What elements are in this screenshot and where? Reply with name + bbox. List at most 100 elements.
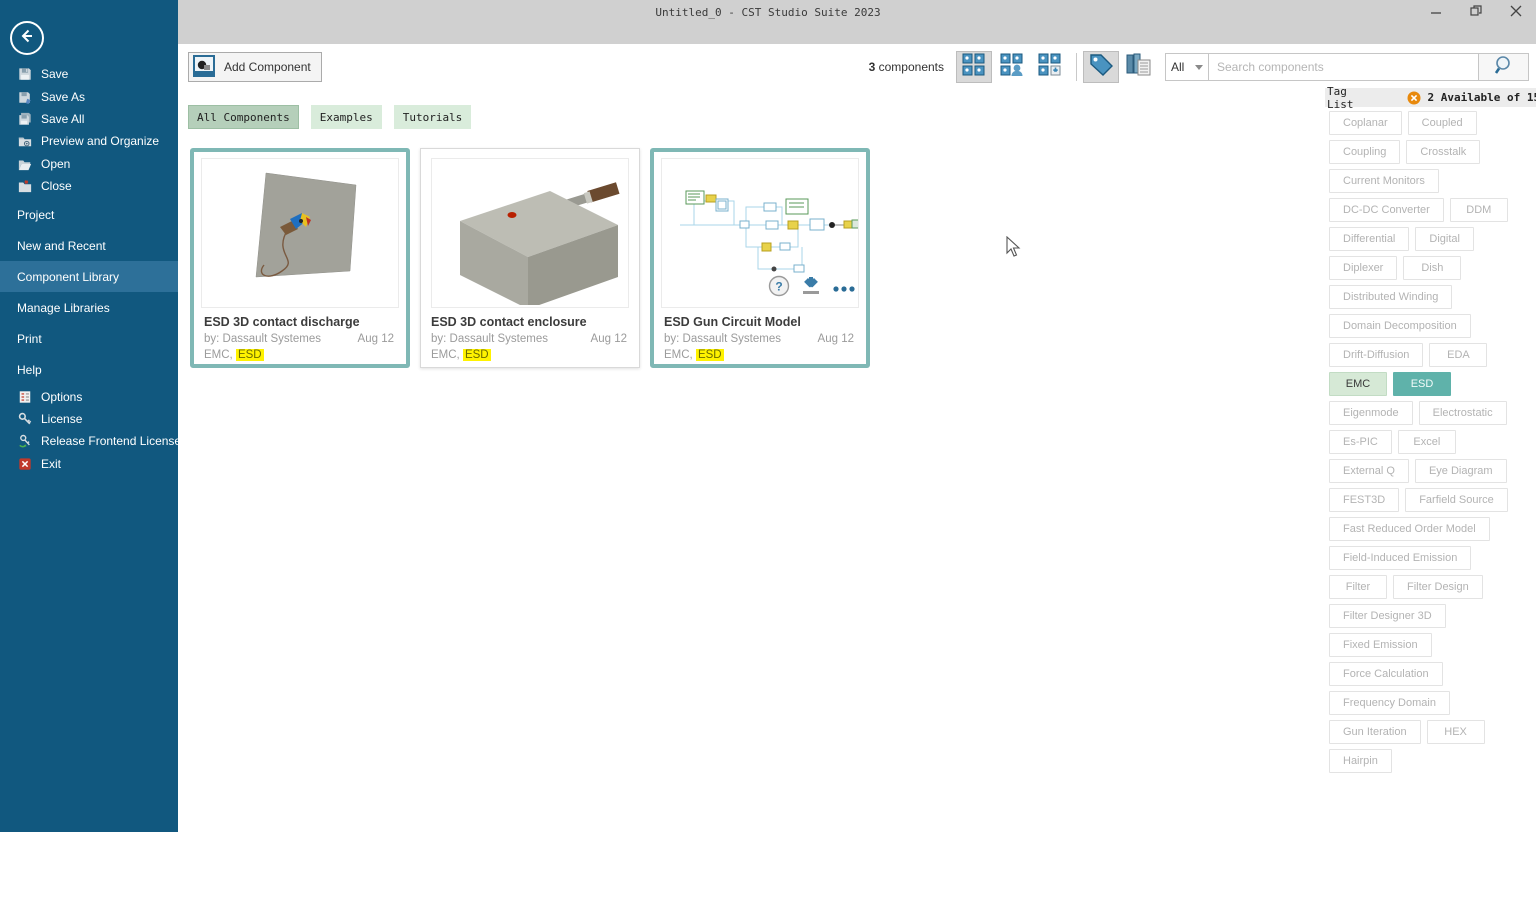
- sidebar-item-options[interactable]: Options: [0, 385, 178, 407]
- tag-list-title: Tag List: [1327, 85, 1353, 111]
- tag-gun-iteration[interactable]: Gun Iteration: [1329, 720, 1421, 744]
- sidebar-item-release-frontend-license[interactable]: Release Frontend License: [0, 430, 178, 452]
- tag-coplanar[interactable]: Coplanar: [1329, 111, 1402, 135]
- tag-drift-diffusion[interactable]: Drift-Diffusion: [1329, 343, 1423, 367]
- tag-filter[interactable]: Filter: [1329, 575, 1387, 599]
- sidebar-item-label: Project: [17, 208, 54, 222]
- library-icon: [1125, 52, 1153, 83]
- sidebar-item-label: Save: [41, 67, 68, 81]
- restore-button[interactable]: [1456, 0, 1496, 26]
- sidebar-item-exit[interactable]: Exit: [0, 453, 178, 475]
- component-title: ESD 3D contact enclosure: [431, 315, 587, 329]
- ellipsis-icon[interactable]: [832, 280, 856, 298]
- search-scope-select[interactable]: All: [1165, 53, 1209, 81]
- sidebar-item-label: Save As: [41, 90, 85, 104]
- search-icon: [1493, 54, 1515, 81]
- tag-hairpin[interactable]: Hairpin: [1329, 749, 1392, 773]
- release-license-icon: [17, 434, 32, 449]
- tag-digital[interactable]: Digital: [1415, 227, 1474, 251]
- tag-field-induced-emission[interactable]: Field-Induced Emission: [1329, 546, 1471, 570]
- sidebar-item-label: Open: [41, 157, 70, 171]
- tag-eda[interactable]: EDA: [1429, 343, 1487, 367]
- sidebar-item-save-as[interactable]: Save As: [0, 85, 178, 107]
- sidebar-item-license[interactable]: License: [0, 408, 178, 430]
- chevron-down-icon: [1195, 60, 1203, 74]
- tag-diplexer[interactable]: Diplexer: [1329, 256, 1397, 280]
- tag-es-pic[interactable]: Es-PIC: [1329, 430, 1392, 454]
- sidebar-item-help[interactable]: Help: [0, 354, 178, 385]
- grid-view-button[interactable]: [956, 51, 992, 83]
- tag-hex[interactable]: HEX: [1427, 720, 1485, 744]
- sidebar-item-print[interactable]: Print: [0, 323, 178, 354]
- tag-current-monitors[interactable]: Current Monitors: [1329, 169, 1439, 193]
- sidebar-item-project[interactable]: Project: [0, 199, 178, 230]
- close-button[interactable]: [1496, 0, 1536, 26]
- tag-eigenmode[interactable]: Eigenmode: [1329, 401, 1413, 425]
- component-title: ESD Gun Circuit Model: [664, 315, 801, 329]
- back-button[interactable]: [10, 21, 44, 55]
- tag-fast-reduced-order-model[interactable]: Fast Reduced Order Model: [1329, 517, 1490, 541]
- open-icon: [17, 156, 32, 171]
- search-button[interactable]: [1479, 53, 1529, 81]
- download-icon[interactable]: [800, 275, 822, 302]
- tag-crosstalk[interactable]: Crosstalk: [1406, 140, 1480, 164]
- filter-chip-all-components[interactable]: All Components: [188, 105, 299, 129]
- tag-force-calculation[interactable]: Force Calculation: [1329, 662, 1443, 686]
- tag-filter-designer-3d[interactable]: Filter Designer 3D: [1329, 604, 1446, 628]
- component-card[interactable]: ESD 3D contact dischargeby: Dassault Sys…: [190, 148, 410, 368]
- help-circle-icon[interactable]: ?: [768, 275, 790, 302]
- sidebar-item-open[interactable]: Open: [0, 153, 178, 175]
- sidebar-item-label: Help: [17, 363, 42, 377]
- close-window-icon: [1510, 4, 1522, 22]
- filter-chip-examples[interactable]: Examples: [311, 105, 382, 129]
- component-card[interactable]: ESD 3D contact enclosureby: Dassault Sys…: [420, 148, 640, 368]
- tag-esd[interactable]: ESD: [1393, 372, 1451, 396]
- tag-dish[interactable]: Dish: [1403, 256, 1461, 280]
- tag-dc-dc-converter[interactable]: DC-DC Converter: [1329, 198, 1444, 222]
- tag-differential[interactable]: Differential: [1329, 227, 1409, 251]
- tag-eye-diagram[interactable]: Eye Diagram: [1415, 459, 1507, 483]
- grid-download-view-icon: [1038, 53, 1062, 82]
- grid-user-view-button[interactable]: [994, 51, 1030, 83]
- search-input[interactable]: [1209, 53, 1479, 81]
- tag-filter-design[interactable]: Filter Design: [1393, 575, 1483, 599]
- component-card[interactable]: ESD Gun Circuit Modelby: Dassault System…: [650, 148, 870, 368]
- tag-filter-button[interactable]: [1083, 51, 1119, 83]
- tag-coupled[interactable]: Coupled: [1408, 111, 1477, 135]
- sidebar-item-new-and-recent[interactable]: New and Recent: [0, 230, 178, 261]
- component-tags: EMC, ESD: [664, 349, 724, 361]
- sidebar-item-manage-libraries[interactable]: Manage Libraries: [0, 292, 178, 323]
- minimize-button[interactable]: [1416, 0, 1456, 26]
- tag-coupling[interactable]: Coupling: [1329, 140, 1400, 164]
- filter-chip-tutorials[interactable]: Tutorials: [394, 105, 472, 129]
- tag-external-q[interactable]: External Q: [1329, 459, 1409, 483]
- add-component-button[interactable]: Add Component: [188, 52, 322, 82]
- library-button[interactable]: [1121, 51, 1157, 83]
- tag-fixed-emission[interactable]: Fixed Emission: [1329, 633, 1432, 657]
- tag-excel[interactable]: Excel: [1398, 430, 1456, 454]
- component-title: ESD 3D contact discharge: [204, 315, 360, 329]
- sidebar: Save Save As Save AllPreview and Organize O…: [0, 0, 178, 832]
- save-icon: [17, 67, 32, 82]
- tag-emc[interactable]: EMC: [1329, 372, 1387, 396]
- tag-farfield-source[interactable]: Farfield Source: [1405, 488, 1508, 512]
- tag-domain-decomposition[interactable]: Domain Decomposition: [1329, 314, 1471, 338]
- tag-distributed-winding[interactable]: Distributed Winding: [1329, 285, 1452, 309]
- grid-download-view-button[interactable]: [1032, 51, 1068, 83]
- sidebar-item-save-all[interactable]: Save All: [0, 108, 178, 130]
- options-icon: [17, 389, 32, 404]
- sidebar-item-save[interactable]: Save: [0, 63, 178, 85]
- sidebar-item-component-library[interactable]: Component Library: [0, 261, 178, 292]
- sidebar-item-close[interactable]: Close: [0, 175, 178, 197]
- tag-electrostatic[interactable]: Electrostatic: [1419, 401, 1507, 425]
- remove-filter-button[interactable]: [1407, 91, 1421, 105]
- tag-frequency-domain[interactable]: Frequency Domain: [1329, 691, 1450, 715]
- component-tags: EMC, ESD: [431, 349, 491, 361]
- tag-ddm[interactable]: DDM: [1450, 198, 1508, 222]
- sidebar-item-label: Exit: [41, 457, 61, 471]
- tag-availability: 2 Available of 159 Tags: [1427, 91, 1536, 104]
- sidebar-item-preview-and-organize[interactable]: Preview and Organize: [0, 130, 178, 152]
- tag-fest3d[interactable]: FEST3D: [1329, 488, 1399, 512]
- add-component-label: Add Component: [224, 60, 311, 74]
- highlighted-tag: ESD: [696, 349, 724, 361]
